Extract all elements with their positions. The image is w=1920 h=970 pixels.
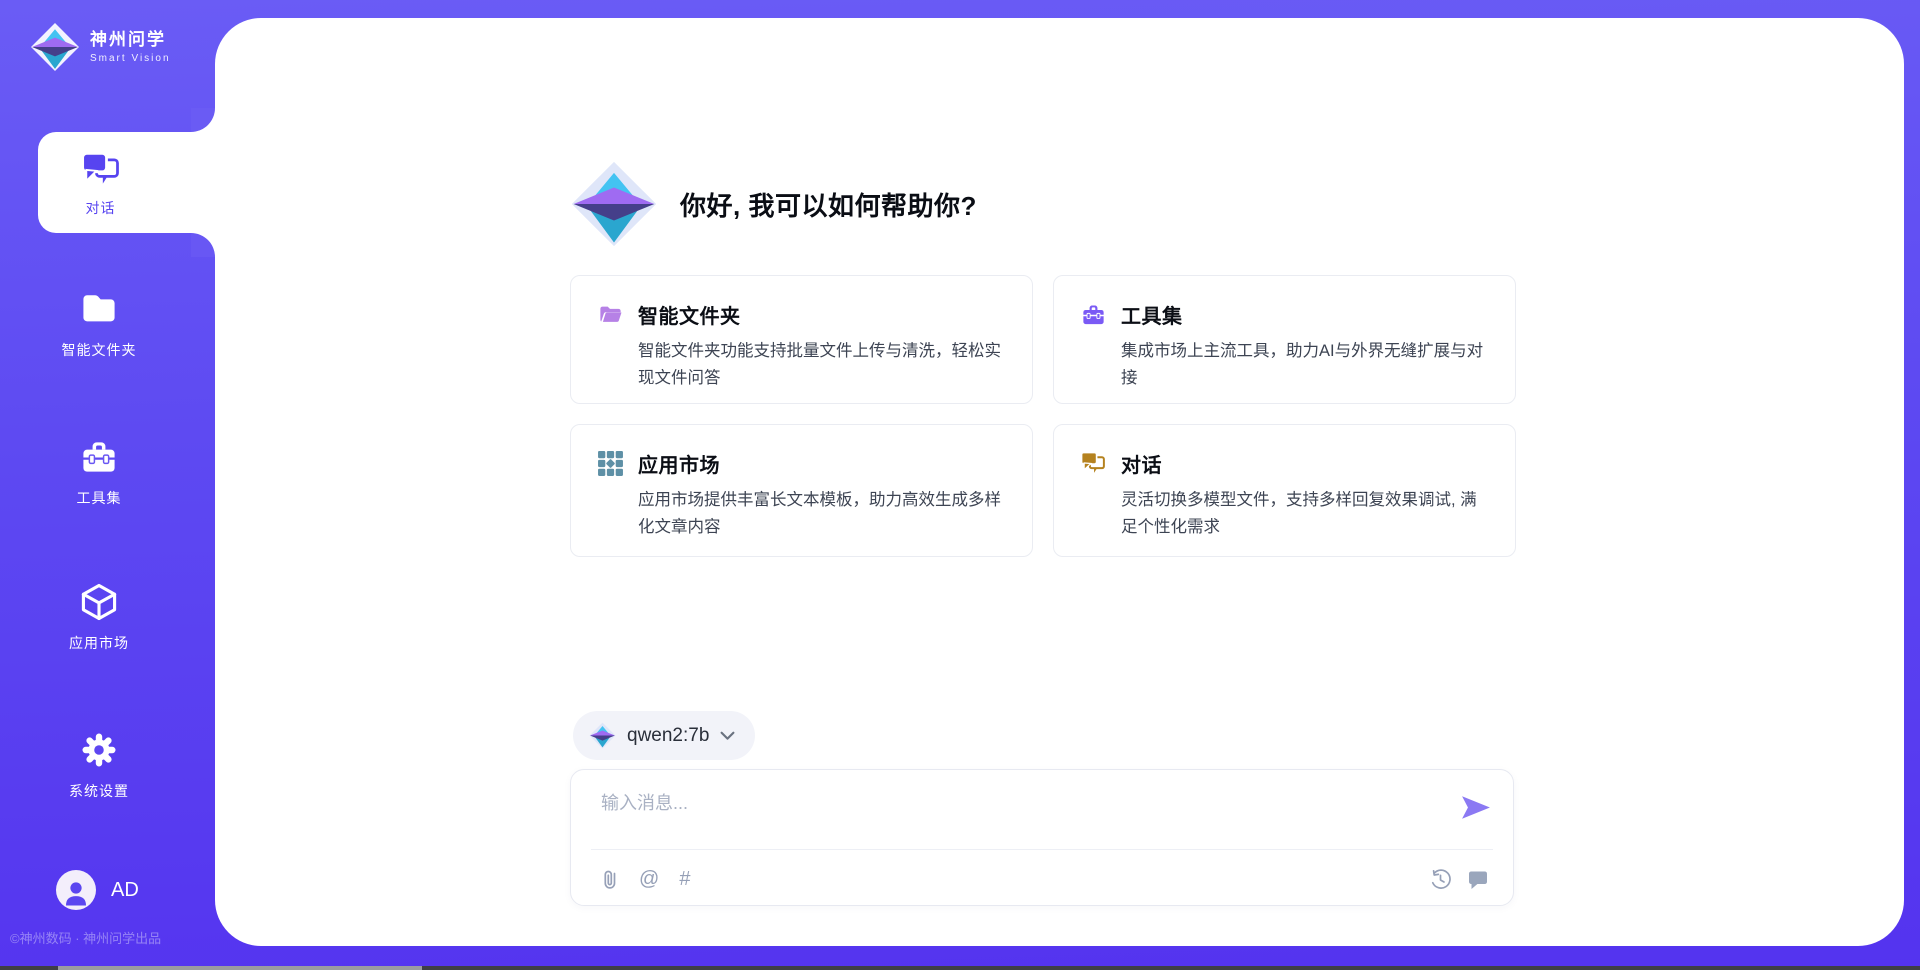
composer-tools-right (1430, 869, 1489, 890)
card-description: 应用市场提供丰富长文本模板，助力高效生成多样化文章内容 (638, 487, 1006, 541)
briefcase-icon (77, 435, 121, 479)
composer-tools-left: @ # (601, 868, 690, 890)
card-title: 应用市场 (638, 449, 720, 478)
sidebar-item-label: 系统设置 (69, 781, 129, 801)
model-selector[interactable]: qwen2:7b (573, 711, 755, 760)
horizontal-scrollbar[interactable] (0, 966, 1920, 970)
brand-diamond-icon (30, 22, 80, 72)
chat-bubble-icon[interactable] (1467, 869, 1489, 890)
grid-icon (597, 450, 624, 477)
feature-cards: 智能文件夹 智能文件夹功能支持批量文件上传与清洗，轻松实现文件问答 工具集 集成… (570, 275, 1516, 557)
sidebar-item-tools[interactable]: 工具集 (19, 435, 179, 508)
app-tagline: Smart Vision (90, 53, 171, 64)
card-description: 灵活切换多模型文件，支持多样回复效果调试, 满足个性化需求 (1121, 487, 1489, 541)
sidebar-item-apps[interactable]: 应用市场 (19, 580, 179, 653)
card-toolset[interactable]: 工具集 集成市场上主流工具，助力AI与外界无缝扩展与对接 (1053, 275, 1516, 404)
folder-open-icon (597, 301, 624, 328)
chevron-down-icon (720, 731, 735, 741)
sidebar-item-label: 智能文件夹 (62, 340, 137, 360)
sidebar-item-label: 对话 (86, 198, 116, 218)
folder-icon (77, 287, 121, 331)
sidebar-item-settings[interactable]: 系统设置 (19, 728, 179, 801)
tab-fillet-top (191, 108, 215, 132)
composer-divider (591, 849, 1493, 850)
sidebar: 神州问学 Smart Vision 对话 智能文件夹 (0, 0, 215, 970)
card-title: 工具集 (1121, 300, 1183, 329)
card-description: 智能文件夹功能支持批量文件上传与清洗，轻松实现文件问答 (638, 338, 1006, 392)
briefcase-icon (1080, 301, 1107, 328)
person-icon (61, 878, 91, 908)
card-app-market[interactable]: 应用市场 应用市场提供丰富长文本模板，助力高效生成多样化文章内容 (570, 424, 1033, 557)
brand-diamond-icon (570, 160, 658, 248)
avatar (56, 870, 96, 910)
greeting-block: 你好, 我可以如何帮助你? (570, 160, 977, 248)
card-description: 集成市场上主流工具，助力AI与外界无缝扩展与对接 (1121, 338, 1489, 392)
gear-icon (77, 728, 121, 772)
app-logo: 神州问学 Smart Vision (30, 22, 171, 72)
cube-icon (77, 580, 121, 624)
card-title: 对话 (1121, 449, 1162, 478)
message-composer: @ # (570, 769, 1514, 906)
sidebar-item-chat[interactable]: 对话 (38, 132, 215, 233)
user-profile[interactable]: AD (56, 870, 139, 910)
hash-icon[interactable]: # (679, 868, 690, 890)
scrollbar-thumb[interactable] (58, 966, 422, 970)
app-window: 神州问学 Smart Vision 对话 智能文件夹 (0, 0, 1920, 970)
sidebar-item-folders[interactable]: 智能文件夹 (19, 287, 179, 360)
mention-icon[interactable]: @ (639, 868, 659, 890)
attachment-icon[interactable] (601, 868, 619, 890)
card-chat[interactable]: 对话 灵活切换多模型文件，支持多样回复效果调试, 满足个性化需求 (1053, 424, 1516, 557)
sidebar-item-label: 应用市场 (69, 633, 129, 653)
brand-diamond-icon (589, 722, 616, 749)
send-icon[interactable] (1461, 794, 1491, 821)
greeting-title: 你好, 我可以如何帮助你? (680, 186, 977, 223)
model-name: qwen2:7b (627, 725, 709, 747)
card-title: 智能文件夹 (638, 300, 741, 329)
history-icon[interactable] (1430, 869, 1451, 890)
chat-bubbles-icon (79, 147, 123, 191)
chat-bubbles-icon (1080, 450, 1107, 477)
message-input[interactable] (601, 789, 1391, 841)
app-name: 神州问学 (90, 30, 171, 50)
card-smart-folder[interactable]: 智能文件夹 智能文件夹功能支持批量文件上传与清洗，轻松实现文件问答 (570, 275, 1033, 404)
tab-fillet-bottom (191, 233, 215, 257)
user-name: AD (111, 879, 139, 902)
copyright-footer: ©神州数码 · 神州问学出品 (10, 928, 161, 947)
sidebar-item-label: 工具集 (77, 488, 122, 508)
